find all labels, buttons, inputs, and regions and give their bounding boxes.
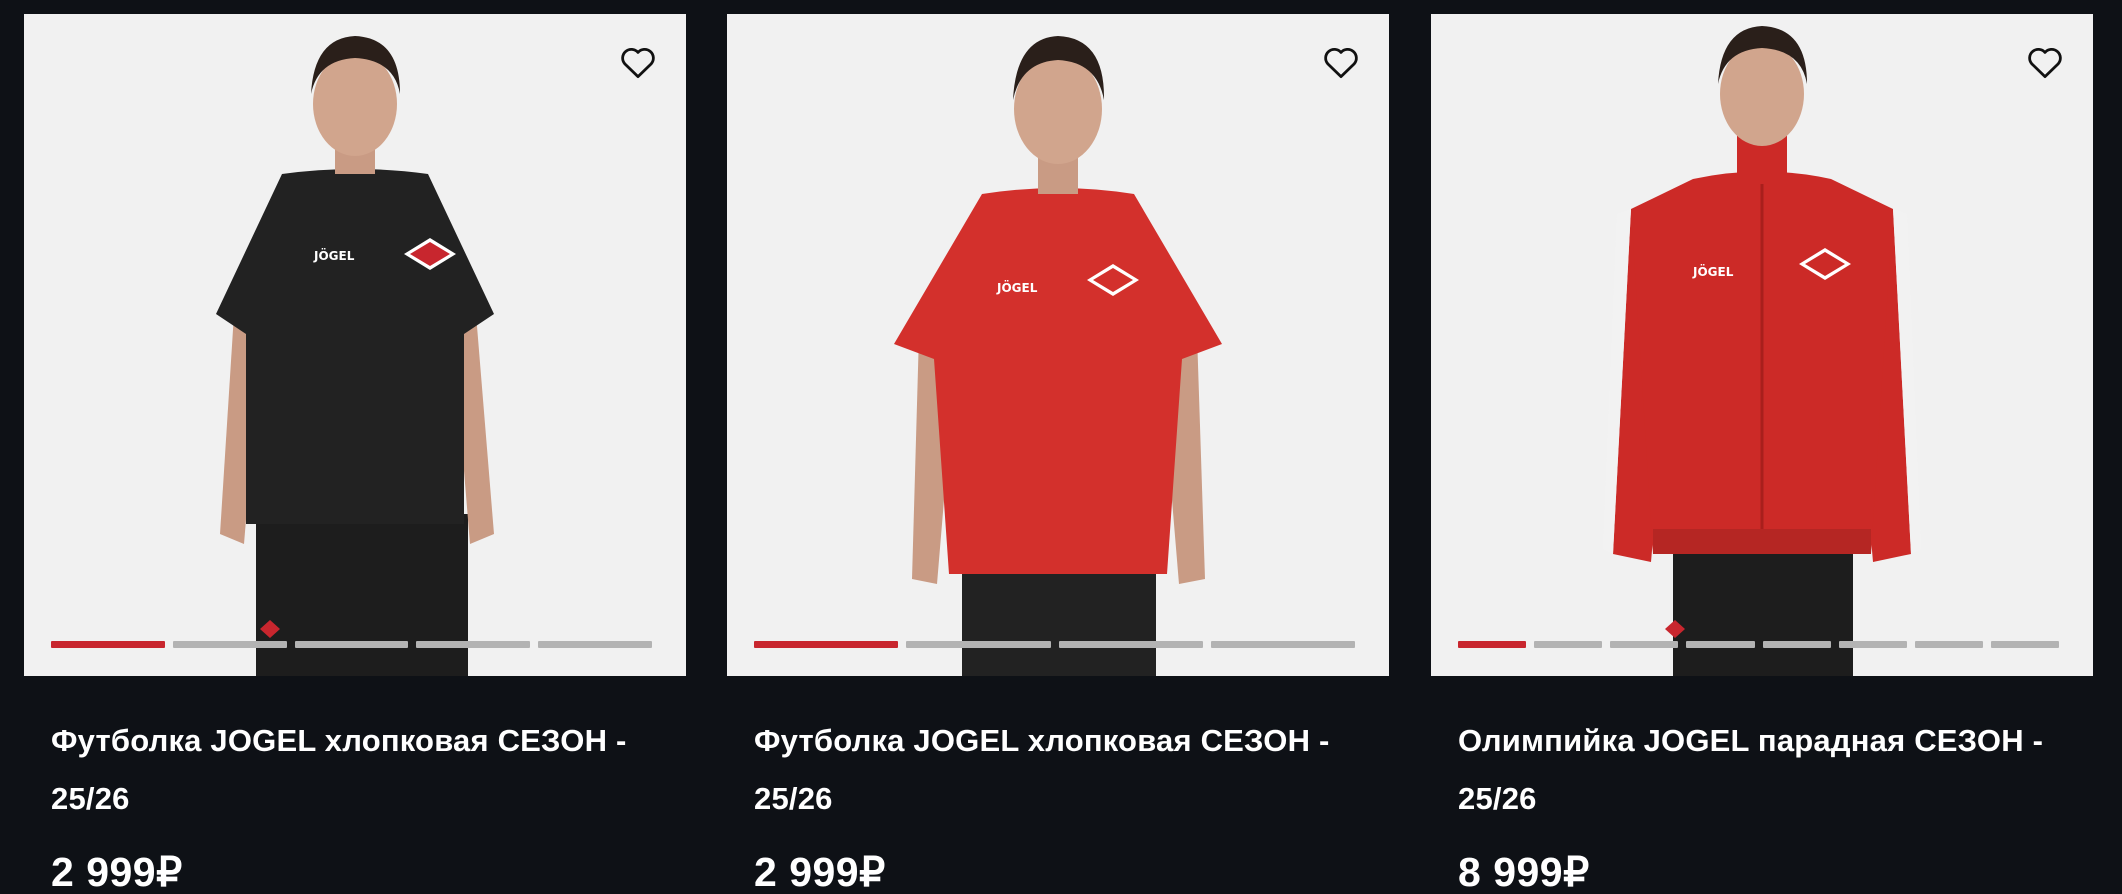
product-price: 2 999₽ bbox=[51, 849, 183, 894]
image-indicator-dot[interactable] bbox=[1686, 641, 1755, 648]
product-title[interactable]: Олимпийка JOGEL парадная СЕЗОН - 25/26 bbox=[1458, 712, 2058, 828]
product-card[interactable]: JÖGEL Футболка JOGEL хлопковая СЕЗОН - 2… bbox=[24, 14, 686, 894]
heart-icon bbox=[2028, 47, 2062, 79]
product-price: 2 999₽ bbox=[754, 849, 886, 894]
image-indicator-dot[interactable] bbox=[51, 641, 165, 648]
image-indicator-dot[interactable] bbox=[1610, 641, 1679, 648]
image-indicator-dot[interactable] bbox=[1458, 641, 1527, 648]
image-indicator-dot[interactable] bbox=[1838, 641, 1907, 648]
image-indicator-dot[interactable] bbox=[1990, 641, 2059, 648]
image-indicator-dot[interactable] bbox=[906, 641, 1051, 648]
product-image[interactable]: JÖGEL bbox=[1431, 14, 2093, 676]
heart-icon bbox=[1324, 47, 1358, 79]
svg-text:JÖGEL: JÖGEL bbox=[996, 280, 1038, 295]
jogel-logo: JÖGEL bbox=[1692, 264, 1734, 279]
image-indicator-dot[interactable] bbox=[1534, 641, 1603, 648]
image-indicator-dot[interactable] bbox=[172, 641, 287, 648]
heart-icon bbox=[621, 47, 655, 79]
image-indicator-dot[interactable] bbox=[1210, 641, 1355, 648]
image-indicator-dot[interactable] bbox=[1914, 641, 1983, 648]
product-price: 8 999₽ bbox=[1458, 849, 1590, 894]
svg-text:JÖGEL: JÖGEL bbox=[313, 248, 355, 263]
product-card[interactable]: JÖGEL Футболка JOGEL хлопковая СЕЗОН - 2… bbox=[727, 14, 1389, 894]
image-indicator-dot[interactable] bbox=[416, 641, 531, 648]
product-photo-black-tshirt: JÖGEL bbox=[216, 36, 494, 676]
favorite-button[interactable] bbox=[2023, 40, 2067, 84]
product-card[interactable]: JÖGEL Олимпийка JOGEL парадная СЕЗОН - 2… bbox=[1431, 14, 2093, 894]
product-title[interactable]: Футболка JOGEL хлопковая СЕЗОН - 25/26 bbox=[51, 712, 651, 828]
product-image[interactable]: JÖGEL bbox=[24, 14, 686, 676]
image-indicator bbox=[1458, 641, 2059, 648]
product-photo-red-tshirt: JÖGEL bbox=[894, 36, 1222, 676]
image-indicator-dot[interactable] bbox=[1058, 641, 1203, 648]
svg-text:JÖGEL: JÖGEL bbox=[1692, 264, 1734, 279]
product-grid: JÖGEL Футболка JOGEL хлопковая СЕЗОН - 2… bbox=[0, 0, 2122, 894]
image-indicator-dot[interactable] bbox=[1762, 641, 1831, 648]
jogel-logo: JÖGEL bbox=[996, 280, 1038, 295]
product-title[interactable]: Футболка JOGEL хлопковая СЕЗОН - 25/26 bbox=[754, 712, 1354, 828]
image-indicator-dot[interactable] bbox=[538, 641, 652, 648]
product-photo-red-track-jacket: JÖGEL bbox=[1603, 26, 1921, 676]
image-indicator-dot[interactable] bbox=[294, 641, 409, 648]
image-indicator-dot[interactable] bbox=[754, 641, 899, 648]
product-image[interactable]: JÖGEL bbox=[727, 14, 1389, 676]
favorite-button[interactable] bbox=[616, 40, 660, 84]
jogel-logo: JÖGEL bbox=[313, 248, 355, 263]
image-indicator bbox=[51, 641, 652, 648]
image-indicator bbox=[754, 641, 1355, 648]
favorite-button[interactable] bbox=[1319, 40, 1363, 84]
